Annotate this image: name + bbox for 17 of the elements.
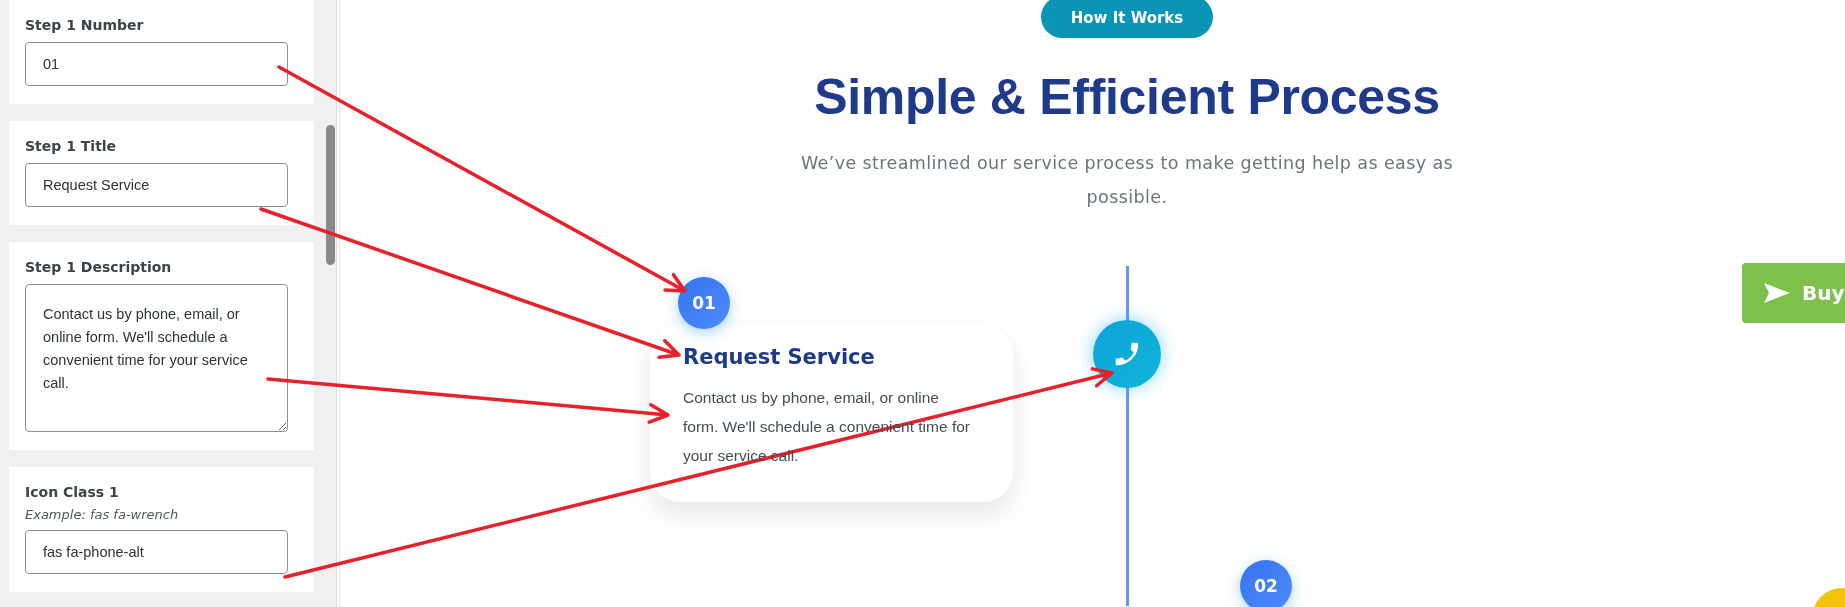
send-icon — [1764, 283, 1790, 303]
textarea-field[interactable]: Contact us by phone, email, or online form. We'll schedule a convenient time for your service call. — [25, 284, 288, 432]
section-subtitle: We’ve streamlined our service process to make getting help as easy as possible. — [799, 152, 1455, 209]
section-title: Simple & Efficient Process — [814, 68, 1440, 126]
step-title: Request Service — [683, 345, 876, 369]
field-label: Step 1 Number — [25, 17, 145, 33]
step-number: 01 — [678, 277, 730, 329]
step-number: 02 — [1240, 560, 1292, 607]
field-label: Step 1 Description — [25, 259, 173, 275]
field-label: Icon Class 1 — [25, 484, 120, 500]
input-field[interactable]: fas fa-phone-alt — [25, 530, 288, 574]
scrollbar-thumb[interactable] — [326, 125, 335, 265]
input-field[interactable]: Request Service — [25, 163, 288, 207]
field-label: Step 1 Title — [25, 138, 118, 154]
section-badge: How It Works — [1040, 0, 1214, 38]
input-field[interactable]: 01 — [25, 42, 288, 86]
field-hint: Example: fas fa-wrench — [25, 507, 180, 522]
